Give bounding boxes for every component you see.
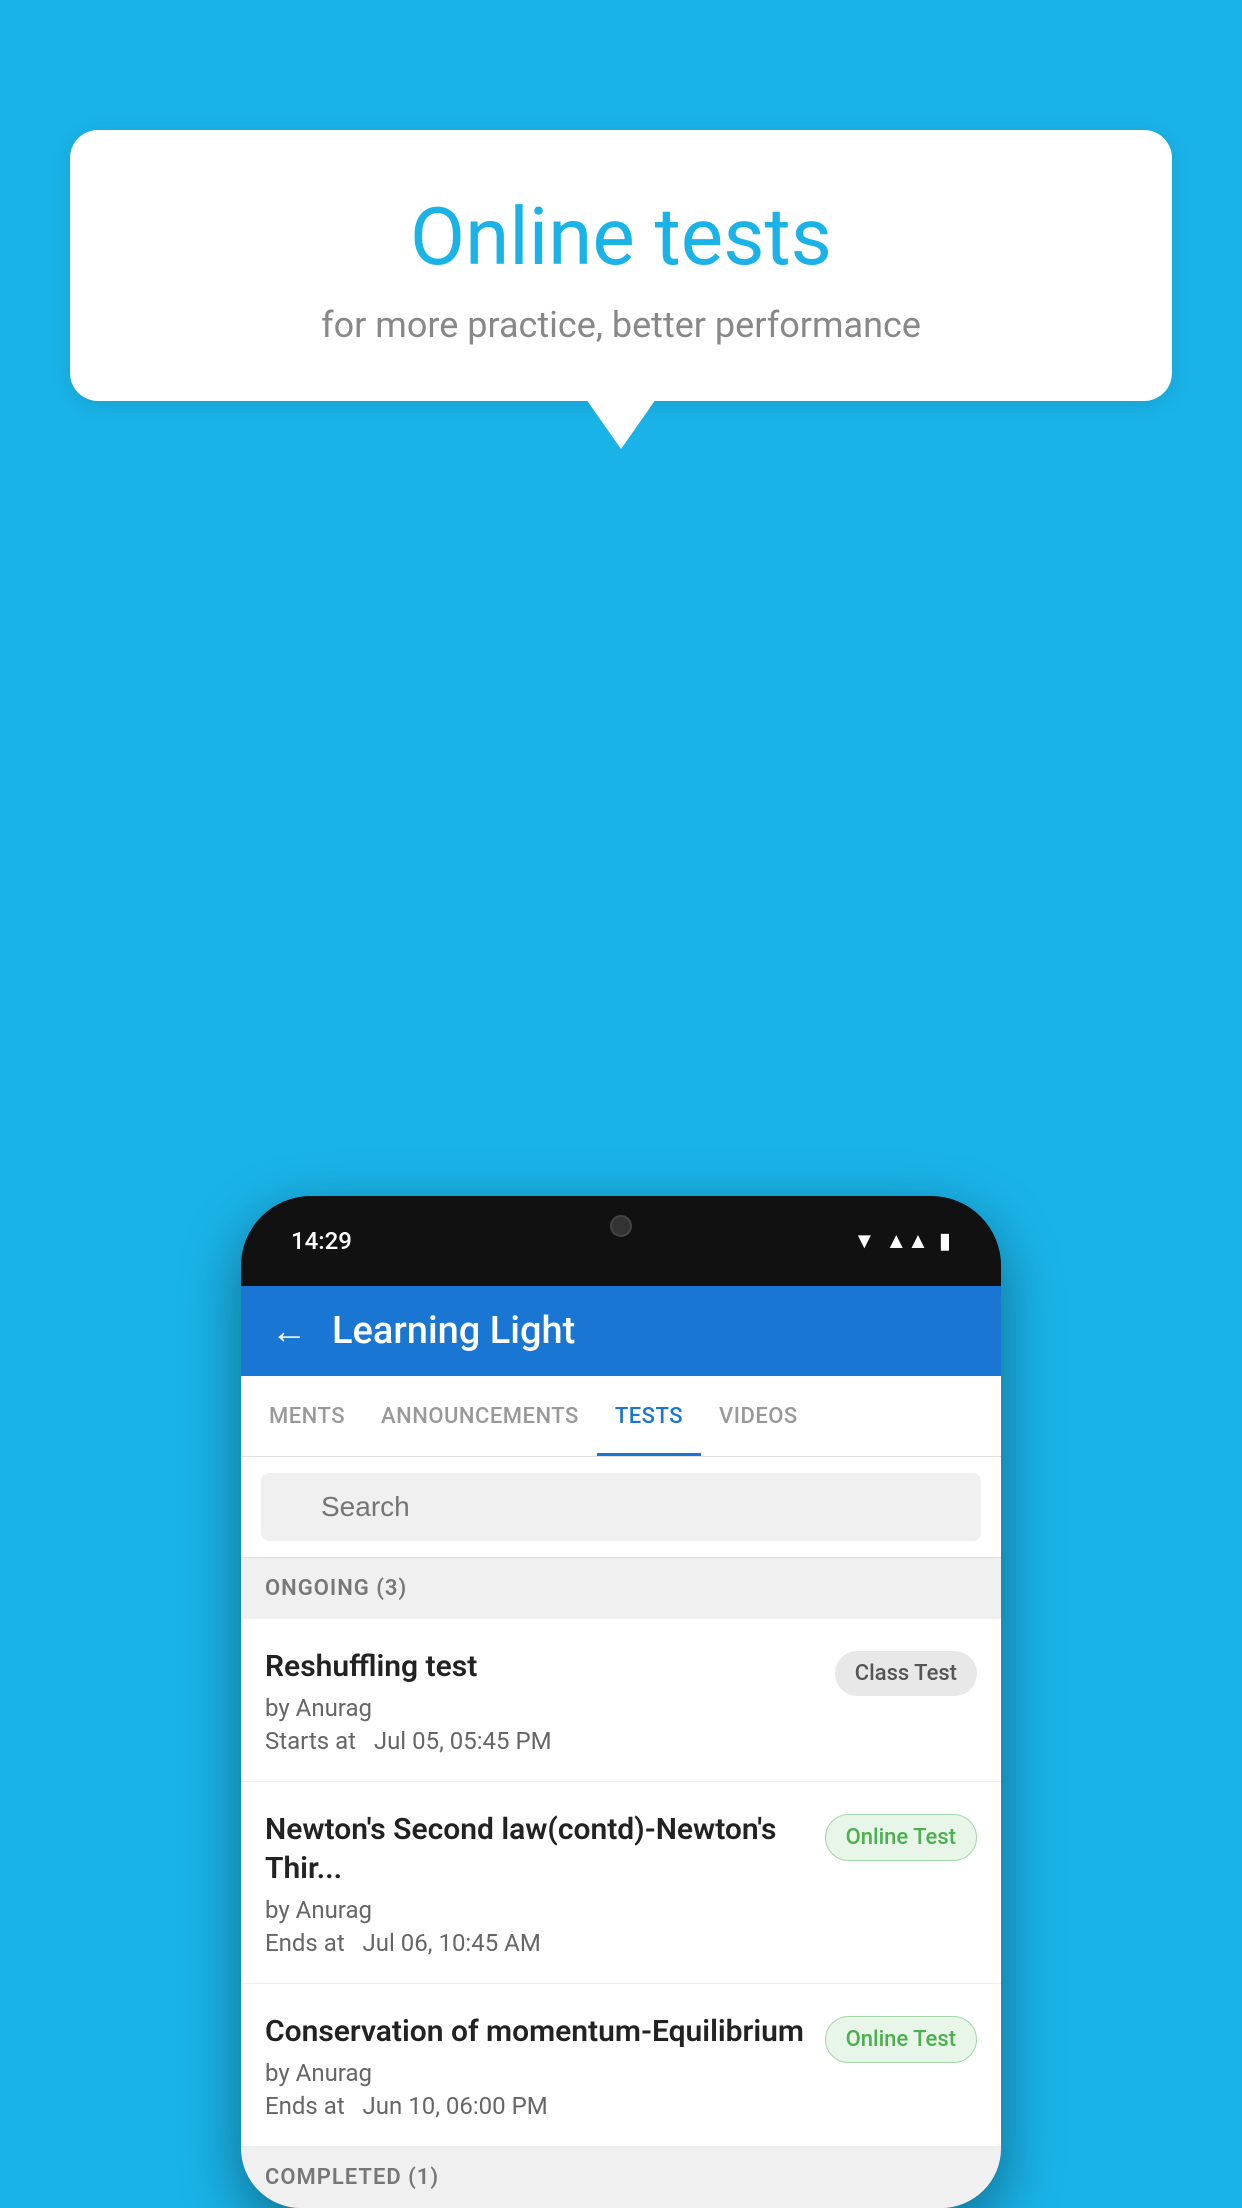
test-info: Reshuffling test by Anurag Starts at Jul…: [265, 1647, 835, 1755]
completed-section-header: COMPLETED (1): [241, 2147, 1001, 2208]
phone-wrapper: 14:29 ▼ ▲▲ ▮ ← Learning Light MENTS ANNO…: [241, 1196, 1001, 2208]
battery-icon: ▮: [939, 1229, 951, 1254]
test-item[interactable]: Reshuffling test by Anurag Starts at Jul…: [241, 1619, 1001, 1782]
status-bar: 14:29 ▼ ▲▲ ▮: [241, 1196, 1001, 1286]
search-container: 🔍: [241, 1457, 1001, 1558]
test-list: Reshuffling test by Anurag Starts at Jul…: [241, 1619, 1001, 2147]
camera-notch: [610, 1215, 632, 1237]
test-title: Conservation of momentum-Equilibrium: [265, 2012, 805, 2051]
back-button[interactable]: ←: [271, 1310, 307, 1352]
test-badge-online: Online Test: [825, 1814, 977, 1861]
speech-bubble-arrow: [586, 399, 656, 449]
phone-screen: ← Learning Light MENTS ANNOUNCEMENTS TES…: [241, 1286, 1001, 2208]
phone-notch: [541, 1196, 701, 1256]
status-icons: ▼ ▲▲ ▮: [854, 1228, 951, 1254]
test-info: Conservation of momentum-Equilibrium by …: [265, 2012, 825, 2120]
tab-videos[interactable]: VIDEOS: [701, 1376, 816, 1456]
test-item[interactable]: Conservation of momentum-Equilibrium by …: [241, 1984, 1001, 2147]
status-time: 14:29: [291, 1227, 352, 1255]
test-title: Newton's Second law(contd)-Newton's Thir…: [265, 1810, 805, 1888]
ongoing-section-header: ONGOING (3): [241, 1558, 1001, 1619]
tab-ments[interactable]: MENTS: [251, 1376, 363, 1456]
search-input[interactable]: [261, 1473, 981, 1541]
test-author: by Anurag: [265, 1694, 815, 1722]
phone: 14:29 ▼ ▲▲ ▮ ← Learning Light MENTS ANNO…: [241, 1196, 1001, 2208]
test-author: by Anurag: [265, 2059, 805, 2087]
speech-bubble-subtitle: for more practice, better performance: [150, 304, 1092, 346]
wifi-icon: ▼: [854, 1228, 876, 1254]
test-badge-online: Online Test: [825, 2016, 977, 2063]
search-wrapper: 🔍: [261, 1473, 981, 1541]
tab-announcements[interactable]: ANNOUNCEMENTS: [363, 1376, 597, 1456]
signal-icon: ▲▲: [885, 1228, 929, 1254]
speech-bubble-title: Online tests: [150, 190, 1092, 284]
speech-bubble: Online tests for more practice, better p…: [70, 130, 1172, 401]
tab-tests[interactable]: TESTS: [597, 1376, 701, 1456]
test-date: Ends at Jul 06, 10:45 AM: [265, 1929, 805, 1957]
test-author: by Anurag: [265, 1896, 805, 1924]
speech-bubble-container: Online tests for more practice, better p…: [70, 130, 1172, 449]
test-date: Ends at Jun 10, 06:00 PM: [265, 2092, 805, 2120]
test-badge-class: Class Test: [835, 1651, 977, 1696]
tabs-container: MENTS ANNOUNCEMENTS TESTS VIDEOS: [241, 1376, 1001, 1457]
test-item[interactable]: Newton's Second law(contd)-Newton's Thir…: [241, 1782, 1001, 1984]
test-info: Newton's Second law(contd)-Newton's Thir…: [265, 1810, 825, 1957]
test-date: Starts at Jul 05, 05:45 PM: [265, 1727, 815, 1755]
app-header: ← Learning Light: [241, 1286, 1001, 1376]
app-title: Learning Light: [332, 1309, 575, 1353]
test-title: Reshuffling test: [265, 1647, 815, 1686]
